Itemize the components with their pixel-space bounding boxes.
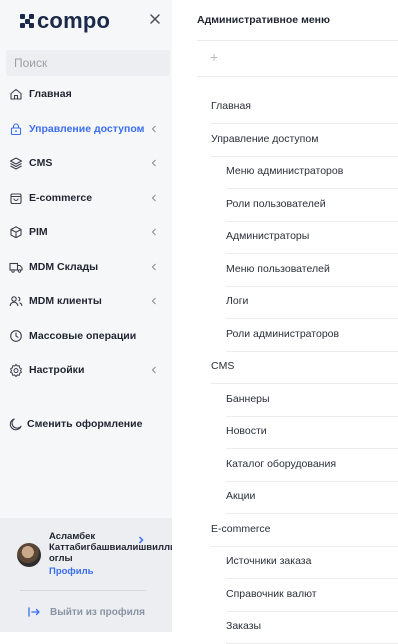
admin-menu-item[interactable]: Заказы <box>226 620 261 632</box>
logo-icon <box>20 14 34 28</box>
admin-menu-item[interactable]: Акции <box>226 490 255 502</box>
sidebar-item-label: Настройки <box>29 364 85 376</box>
sidebar-item-bulk-operations[interactable]: Массовые операции <box>0 325 172 347</box>
admin-menu-item[interactable]: CMS <box>211 360 234 372</box>
clock-icon <box>9 329 23 343</box>
chevron-left-icon <box>150 262 158 272</box>
admin-menu-item[interactable]: Новости <box>226 425 267 437</box>
divider <box>226 610 398 612</box>
search-input[interactable] <box>6 50 170 76</box>
divider <box>211 383 398 384</box>
divider <box>226 448 398 449</box>
sidebar-item-label: Главная <box>29 88 72 100</box>
sidebar-item-cms[interactable]: CMS <box>0 152 172 174</box>
admin-menu-item[interactable]: Каталог оборудования <box>226 458 336 470</box>
close-icon[interactable] <box>148 12 162 26</box>
divider <box>226 415 398 417</box>
divider <box>20 590 146 591</box>
users-icon <box>9 294 23 308</box>
admin-menu-item[interactable]: E-commerce <box>211 523 271 535</box>
chevron-left-icon <box>150 193 158 203</box>
logo-text: compo <box>37 8 111 33</box>
user-name-line: Каттабигбашвиалишвилли <box>49 542 176 553</box>
divider <box>226 480 398 482</box>
sidebar-item-settings[interactable]: Настройки <box>0 359 172 381</box>
divider <box>226 188 398 189</box>
sidebar-item-ecommerce[interactable]: E-commerce <box>0 187 172 209</box>
theme-toggle-button[interactable]: Сменить оформление <box>0 413 172 435</box>
sidebar-item-access[interactable]: Управление доступом <box>0 118 172 140</box>
moon-icon <box>9 417 23 431</box>
sidebar-item-label: MDM Склады <box>29 261 99 273</box>
divider <box>226 220 398 222</box>
divider <box>211 545 398 547</box>
chevron-left-icon <box>150 365 158 375</box>
user-name-line: оглы <box>49 553 73 564</box>
divider <box>226 513 398 514</box>
admin-menu-item[interactable]: Справочник валют <box>226 588 317 600</box>
divider <box>197 76 398 77</box>
sidebar-item-label: PIM <box>29 226 48 238</box>
divider <box>226 578 398 579</box>
admin-menu-item[interactable]: Баннеры <box>226 393 270 405</box>
admin-menu-item[interactable]: Роли пользователей <box>226 198 326 210</box>
user-name-line: Асламбек <box>49 531 96 542</box>
page-title: Административное меню <box>197 14 330 26</box>
divider <box>197 40 398 41</box>
theme-toggle-label: Сменить оформление <box>27 418 143 430</box>
divider <box>226 285 398 287</box>
add-icon[interactable]: + <box>210 50 218 64</box>
layers-icon <box>9 156 23 170</box>
admin-menu-item[interactable]: Логи <box>226 295 248 307</box>
shopping-bag-icon <box>9 191 23 205</box>
chevron-right-icon[interactable] <box>137 532 145 544</box>
divider <box>211 123 398 124</box>
sidebar: compo Главная Управление доступом CMS <box>0 0 176 632</box>
admin-menu-item[interactable]: Меню администраторов <box>226 165 343 177</box>
divider <box>226 253 398 254</box>
admin-menu-item[interactable]: Администраторы <box>226 230 309 242</box>
lock-icon <box>9 122 23 136</box>
admin-menu-item[interactable]: Роли администраторов <box>226 328 339 340</box>
truck-icon <box>9 260 23 274</box>
user-panel: Асламбек Каттабигбашвиалишвилли оглы Про… <box>0 518 176 632</box>
sidebar-item-label: E-commerce <box>29 192 93 204</box>
divider <box>211 155 398 157</box>
admin-menu-item[interactable]: Главная <box>211 100 251 112</box>
sidebar-item-mdm-warehouses[interactable]: MDM Склады <box>0 256 172 278</box>
chevron-left-icon <box>150 124 158 134</box>
sidebar-item-label: MDM клиенты <box>29 295 102 307</box>
sidebar-item-label: Массовые операции <box>29 330 137 342</box>
chevron-left-icon <box>150 296 158 306</box>
chevron-left-icon <box>150 227 158 237</box>
sidebar-item-home[interactable]: Главная <box>0 83 172 105</box>
avatar[interactable] <box>17 543 41 567</box>
profile-link[interactable]: Профиль <box>49 566 93 577</box>
logout-icon <box>28 607 40 617</box>
logout-label: Выйти из профиля <box>50 606 145 618</box>
sidebar-item-label: CMS <box>29 157 53 169</box>
main-content: Административное меню + Главная Управлени… <box>172 0 398 644</box>
admin-menu-item[interactable]: Источники заказа <box>226 555 311 567</box>
home-icon <box>9 87 23 101</box>
admin-menu-item[interactable]: Меню пользователей <box>226 263 330 275</box>
divider <box>226 350 398 352</box>
admin-menu-item[interactable]: Управление доступом <box>211 133 318 145</box>
settings-icon <box>9 363 23 377</box>
box-icon <box>9 225 23 239</box>
sidebar-item-pim[interactable]: PIM <box>0 221 172 243</box>
logo[interactable]: compo <box>20 8 110 34</box>
sidebar-item-label: Управление доступом <box>29 123 145 135</box>
user-name: Асламбек Каттабигбашвиалишвилли оглы <box>49 531 176 564</box>
divider <box>226 318 398 319</box>
sidebar-item-mdm-clients[interactable]: MDM клиенты <box>0 290 172 312</box>
chevron-left-icon <box>150 158 158 168</box>
logout-button[interactable]: Выйти из профиля <box>28 606 145 618</box>
